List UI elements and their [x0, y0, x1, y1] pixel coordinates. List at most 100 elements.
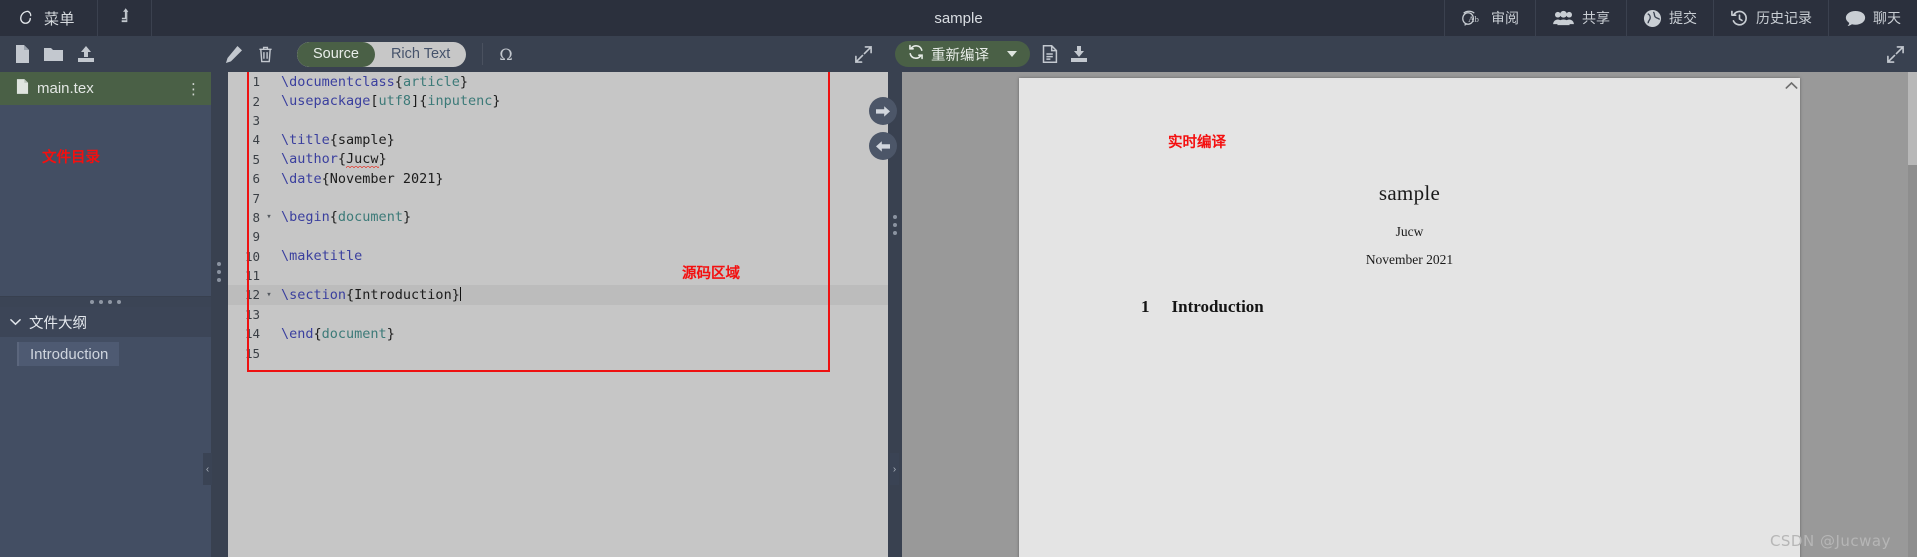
history-button[interactable]: 历史记录: [1713, 0, 1828, 36]
pdf-preview-pane[interactable]: 实时编译 sample Jucw November 2021 1 Introdu…: [902, 72, 1917, 557]
recompile-dropdown[interactable]: [1001, 41, 1030, 67]
code-token: }: [386, 325, 395, 342]
code-token: }: [402, 209, 412, 226]
code-line[interactable]: 1 \documentclass{article}: [228, 72, 888, 91]
pdf-scrollbar-thumb[interactable]: [1908, 72, 1917, 165]
outline-header[interactable]: 文件大纲: [0, 307, 211, 337]
code-token: \date: [281, 170, 322, 187]
code-line[interactable]: 5 \author{Jucw}: [228, 150, 888, 169]
code-token: article: [402, 73, 460, 90]
fold-toggle-icon[interactable]: ▾: [262, 212, 276, 222]
line-number: 13: [244, 306, 260, 322]
share-label: 共享: [1582, 10, 1610, 26]
pdf-collapse-button[interactable]: ›: [890, 453, 899, 485]
code-token: }: [459, 73, 468, 90]
code-line[interactable]: 4 \title{sample}: [228, 130, 888, 149]
tab-rich-text[interactable]: Rich Text: [375, 42, 466, 67]
code-line[interactable]: 14 \end{document}: [228, 324, 888, 343]
file-item-main-tex[interactable]: main.tex ⋮: [0, 72, 211, 105]
code-line[interactable]: 6 \date{November 2021}: [228, 169, 888, 188]
chevron-up-icon[interactable]: [1785, 81, 1798, 93]
code-token: \maketitle: [281, 248, 363, 265]
pdf-document-author: Jucw: [1395, 224, 1424, 239]
pdf-page: 实时编译 sample Jucw November 2021 1 Introdu…: [1019, 78, 1800, 557]
editor-strip-handle[interactable]: [217, 262, 221, 282]
chat-bubble-icon: [1845, 10, 1866, 27]
pdf-section-number: 1: [1141, 297, 1150, 316]
delete-trash-icon[interactable]: [258, 46, 273, 63]
arrow-right-circle-icon[interactable]: [869, 97, 897, 125]
outline-title: 文件大纲: [29, 315, 87, 332]
download-icon[interactable]: [1070, 45, 1088, 63]
review-button[interactable]: Ab 审阅: [1444, 0, 1535, 36]
sidebar-resize-handle[interactable]: [0, 296, 211, 307]
code-line[interactable]: 12 ▾ \section{Introduction}: [228, 285, 888, 305]
menu-button[interactable]: 菜单: [0, 0, 99, 36]
sidebar-collapse-button[interactable]: ‹: [203, 453, 212, 485]
outline-empty-space: [0, 366, 211, 557]
secondary-toolbar: Source Rich Text Ω 重新编译: [0, 36, 1917, 72]
more-vertical-icon[interactable]: ⋮: [186, 80, 201, 98]
code-line[interactable]: 9: [228, 227, 888, 246]
code-token: {: [394, 73, 403, 90]
share-people-icon: [1552, 10, 1575, 27]
expand-pdf-icon[interactable]: [1886, 45, 1905, 64]
code-text: \documentclass{article}: [276, 74, 888, 90]
code-token: \title: [281, 131, 330, 148]
go-to-projects-button[interactable]: [98, 0, 153, 36]
chat-button[interactable]: 聊天: [1828, 0, 1917, 36]
code-line[interactable]: 2 \usepackage[utf8]{inputenc}: [228, 91, 888, 110]
file-tree[interactable]: 文件目录: [0, 105, 211, 296]
code-line[interactable]: 10 \maketitle: [228, 247, 888, 266]
tab-source[interactable]: Source: [297, 41, 375, 67]
code-token: \end: [281, 325, 314, 342]
code-line[interactable]: 13: [228, 305, 888, 324]
line-number: 15: [244, 345, 260, 361]
line-number: 9: [252, 229, 260, 245]
rename-pencil-icon[interactable]: [225, 45, 242, 63]
line-number: 14: [244, 326, 260, 342]
recompile-button[interactable]: 重新编译: [895, 41, 1030, 67]
upload-file-icon[interactable]: [77, 45, 95, 63]
panel-splitter[interactable]: ›: [869, 72, 902, 557]
code-token: {sample}: [329, 131, 395, 148]
handle-dot: [217, 278, 221, 282]
code-text: \date{November 2021}: [276, 171, 888, 187]
pdf-section-title: Introduction: [1171, 297, 1264, 316]
history-clock-icon: [1730, 9, 1749, 28]
code-text: \end{document}: [276, 326, 888, 342]
symbol-palette-icon[interactable]: Ω: [499, 45, 512, 64]
handle-dot: [893, 231, 897, 235]
code-line[interactable]: 7: [228, 188, 888, 207]
top-bar: 菜单 sample Ab 审阅 共享 提交 历史记录 聊天: [0, 0, 1917, 36]
share-button[interactable]: 共享: [1535, 0, 1626, 36]
recompile-label: 重新编译: [931, 47, 989, 64]
code-lines[interactable]: 1 \documentclass{article} 2 \usepackage[utf…: [228, 72, 888, 363]
code-line[interactable]: 3: [228, 111, 888, 130]
pdf-document-date: November 2021: [1365, 252, 1454, 267]
code-token: utf8: [378, 93, 412, 110]
outline-item-introduction[interactable]: Introduction: [17, 342, 120, 366]
new-file-icon[interactable]: [14, 45, 30, 63]
code-token: \section: [281, 286, 347, 303]
expand-editor-icon[interactable]: [854, 45, 873, 64]
pdf-scrollbar[interactable]: [1908, 72, 1917, 557]
code-editor-surface[interactable]: 1 \documentclass{article} 2 \usepackage[utf…: [228, 72, 888, 557]
code-token: {November 2021}: [321, 170, 444, 187]
submit-button[interactable]: 提交: [1626, 0, 1713, 36]
new-folder-icon[interactable]: [44, 46, 63, 62]
code-token: \usepackage: [281, 93, 371, 110]
code-token: }: [378, 151, 387, 168]
fold-toggle-icon[interactable]: ▾: [262, 290, 276, 300]
top-bar-right: Ab 审阅 共享 提交 历史记录 聊天: [1444, 0, 1917, 36]
svg-text:Ab: Ab: [1468, 14, 1479, 24]
arrow-left-circle-icon[interactable]: [869, 132, 897, 160]
recompile-main[interactable]: 重新编译: [895, 44, 1001, 65]
splitter-nav-buttons: [869, 97, 897, 160]
code-line[interactable]: 8 ▾ \begin{document}: [228, 208, 888, 227]
code-line[interactable]: 11: [228, 266, 888, 285]
refresh-icon: [908, 44, 924, 64]
pdf-file-icon[interactable]: [1042, 45, 1058, 63]
code-line[interactable]: 15: [228, 343, 888, 362]
splitter-handle[interactable]: [893, 215, 897, 235]
